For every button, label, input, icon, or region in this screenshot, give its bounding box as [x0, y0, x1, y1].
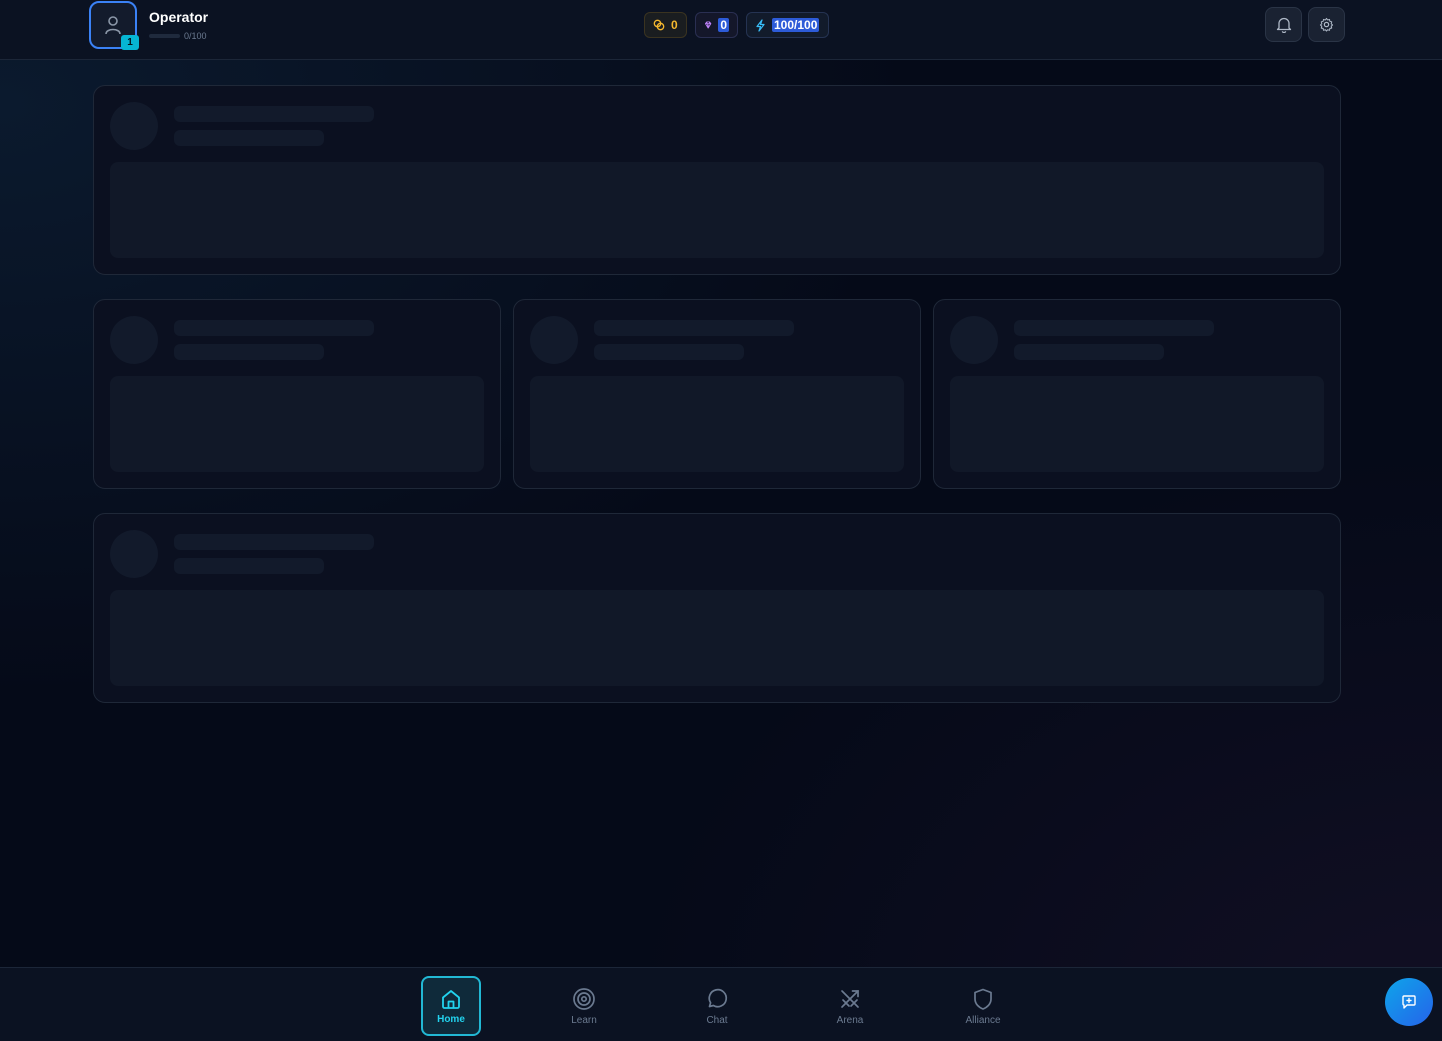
skeleton-card-left — [93, 299, 501, 489]
coins-icon — [653, 19, 665, 31]
nav-item-chat[interactable]: Chat — [687, 976, 747, 1036]
gem-counter[interactable]: 0 — [695, 12, 738, 38]
shield-icon — [974, 988, 992, 1010]
skeleton-avatar — [950, 316, 998, 364]
nav-item-alliance[interactable]: Alliance — [953, 976, 1013, 1036]
skeleton-title-line — [174, 106, 374, 122]
skeleton-avatar — [110, 530, 158, 578]
nav-item-learn[interactable]: Learn — [554, 976, 614, 1036]
crossed-swords-icon — [841, 989, 859, 1008]
user-icon — [105, 16, 121, 35]
chat-bubble-icon — [708, 988, 728, 1008]
settings-button[interactable] — [1308, 7, 1345, 42]
bottom-navigation: Home Learn Chat Arena Alliance — [0, 967, 1442, 1041]
skeleton-card-bottom — [93, 513, 1341, 703]
skeleton-subtitle-line — [174, 130, 324, 146]
skeleton-content-block — [110, 590, 1324, 686]
lightning-icon — [756, 18, 765, 32]
skeleton-subtitle-line — [174, 344, 324, 360]
nav-label-alliance: Alliance — [965, 1014, 1001, 1026]
skeleton-subtitle-line — [1014, 344, 1164, 360]
skeleton-content-block — [530, 376, 904, 472]
nav-label-chat: Chat — [706, 1014, 728, 1026]
gem-value: 0 — [718, 18, 729, 32]
skeleton-content-block — [950, 376, 1324, 472]
skeleton-avatar — [110, 102, 158, 150]
skeleton-card-featured — [93, 85, 1341, 275]
gem-icon — [705, 21, 712, 29]
target-icon — [573, 987, 595, 1010]
notifications-button[interactable] — [1265, 7, 1302, 42]
skeleton-content-block — [110, 162, 1324, 258]
energy-value: 100/100 — [772, 18, 820, 32]
bell-icon — [1276, 17, 1291, 33]
skeleton-card-middle — [513, 299, 921, 489]
skeleton-subtitle-line — [174, 558, 324, 574]
level-badge: 1 — [121, 35, 139, 50]
skeleton-title-line — [1014, 320, 1214, 336]
xp-progress-bar — [149, 34, 180, 38]
skeleton-title-line — [174, 320, 374, 336]
energy-counter[interactable]: 100/100 — [746, 12, 829, 38]
skeleton-avatar — [110, 316, 158, 364]
xp-text: 0/100 — [184, 31, 207, 41]
nav-item-home[interactable]: Home — [421, 976, 481, 1036]
gear-icon — [1319, 17, 1334, 32]
username: Operator — [149, 9, 209, 25]
gold-counter[interactable]: 0 — [644, 12, 687, 38]
nav-label-learn: Learn — [571, 1014, 597, 1026]
skeleton-card-right — [933, 299, 1341, 489]
message-plus-icon — [1402, 995, 1416, 1009]
top-bar: 1 Operator 0/100 0 0 100/100 — [0, 0, 1442, 60]
skeleton-title-line — [594, 320, 794, 336]
home-icon — [442, 989, 460, 1009]
nav-label-arena: Arena — [836, 1014, 864, 1026]
gold-value: 0 — [671, 18, 678, 32]
skeleton-title-line — [174, 534, 374, 550]
skeleton-subtitle-line — [594, 344, 744, 360]
chat-assistant-button[interactable] — [1385, 978, 1433, 1026]
skeleton-content-block — [110, 376, 484, 472]
nav-item-arena[interactable]: Arena — [820, 976, 880, 1036]
skeleton-avatar — [530, 316, 578, 364]
nav-label-home: Home — [437, 1013, 465, 1025]
